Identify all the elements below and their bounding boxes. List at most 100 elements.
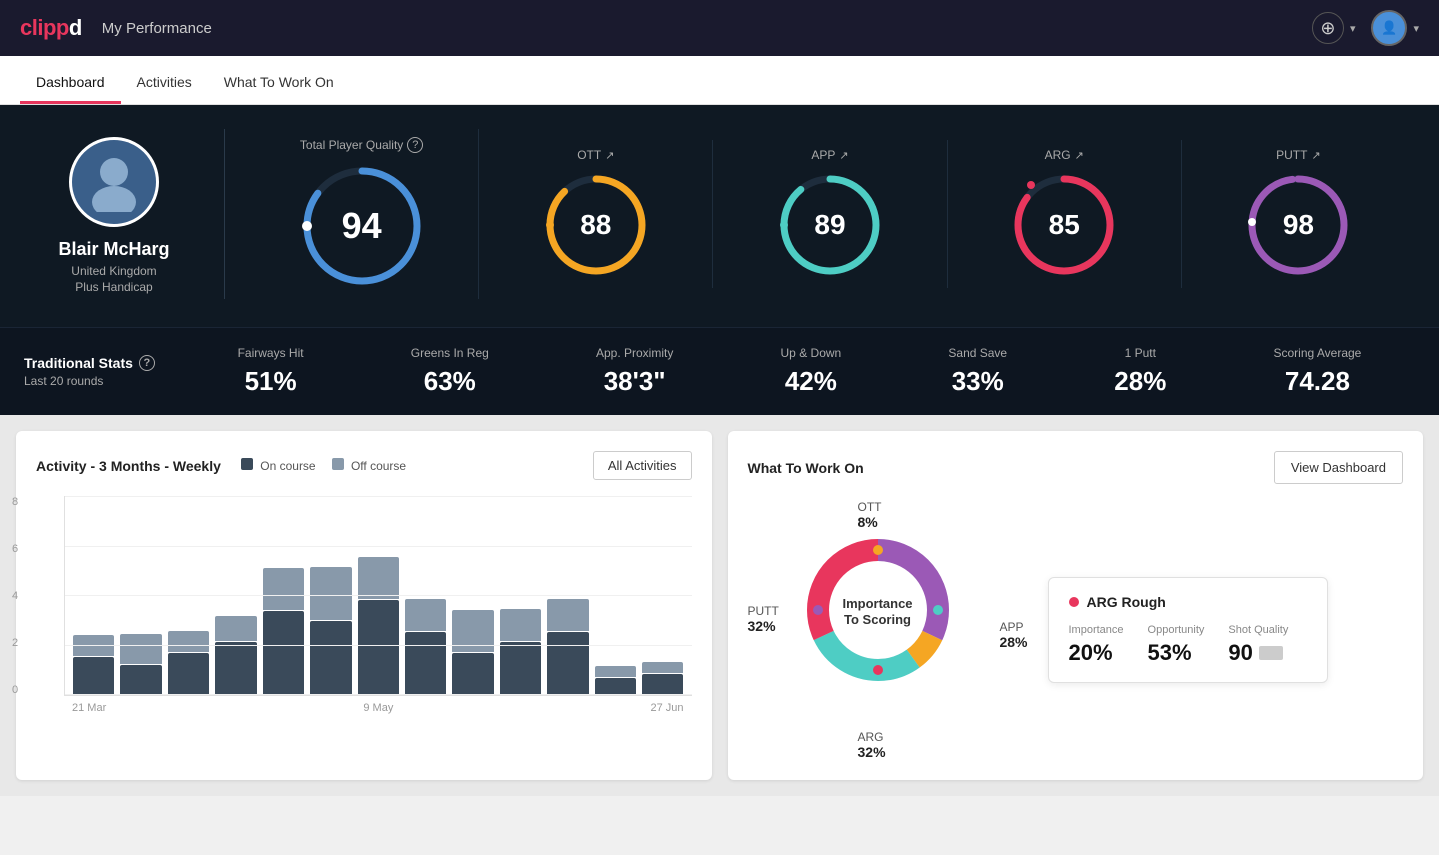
bar-offcourse <box>642 662 683 673</box>
trad-subtitle: Last 20 rounds <box>24 374 184 388</box>
circle-ott: 88 <box>541 170 651 280</box>
circle-arg: 85 <box>1009 170 1119 280</box>
hero-section: Blair McHarg United Kingdom Plus Handica… <box>0 105 1439 327</box>
traditional-stats: Traditional Stats ? Last 20 rounds Fairw… <box>0 327 1439 415</box>
info-card: ARG Rough Importance 20% Opportunity 53%… <box>1048 577 1328 683</box>
add-button[interactable]: ⊕ <box>1312 12 1344 44</box>
bar-offcourse <box>500 609 541 641</box>
x-axis: 21 Mar 9 May 27 Jun <box>64 696 692 714</box>
bar-group <box>120 634 161 695</box>
circle-app: 89 <box>775 170 885 280</box>
score-arg-value: 85 <box>1049 209 1080 241</box>
bar-oncourse <box>73 657 114 695</box>
bar-offcourse <box>405 599 446 631</box>
logo-text: clippd <box>20 15 82 41</box>
nav-tabs: Dashboard Activities What To Work On <box>0 56 1439 105</box>
what-title: What To Work On <box>748 460 864 476</box>
score-total-value: 94 <box>342 205 382 247</box>
bar-offcourse <box>547 599 588 631</box>
bar-offcourse <box>73 635 114 656</box>
bottom-panels: Activity - 3 Months - Weekly On course O… <box>0 415 1439 796</box>
donut-chart: ImportanceTo Scoring <box>798 530 958 695</box>
header-right: ⊕ ▾ 👤 ▾ <box>1312 10 1419 46</box>
x-label-2: 9 May <box>363 702 393 714</box>
score-ott: OTT ↗ 88 <box>479 140 713 288</box>
player-avatar <box>69 137 159 227</box>
hero-scores: Total Player Quality ? 94 OTT ↗ <box>245 129 1415 299</box>
info-card-metrics: Importance 20% Opportunity 53% Shot Qual… <box>1069 624 1307 666</box>
chart-bars <box>64 496 692 696</box>
score-putt-label: PUTT ↗ <box>1276 148 1321 162</box>
bar-offcourse <box>168 631 209 652</box>
what-to-work-on-panel: What To Work On View Dashboard OTT8% APP… <box>728 431 1424 780</box>
activity-title: Activity - 3 Months - Weekly <box>36 458 221 474</box>
player-country: United Kingdom <box>71 264 156 278</box>
help-icon-trad[interactable]: ? <box>139 355 155 371</box>
player-info: Blair McHarg United Kingdom Plus Handica… <box>24 129 204 299</box>
bar-offcourse <box>452 610 493 652</box>
x-label-1: 21 Mar <box>72 702 106 714</box>
trad-stats-grid: Fairways Hit 51% Greens In Reg 63% App. … <box>184 346 1415 397</box>
help-icon-total[interactable]: ? <box>407 137 423 153</box>
bar-group <box>500 609 541 695</box>
view-dashboard-button[interactable]: View Dashboard <box>1274 451 1403 484</box>
bar-group <box>73 635 114 695</box>
metric-opportunity: Opportunity 53% <box>1148 624 1205 666</box>
trad-stat-sandsave: Sand Save 33% <box>948 346 1007 397</box>
info-card-title: ARG Rough <box>1069 594 1307 610</box>
score-arg-label: ARG ↗ <box>1045 148 1084 162</box>
bar-group <box>358 557 399 695</box>
bar-offcourse <box>358 557 399 599</box>
oncourse-dot <box>241 458 253 470</box>
hero-divider <box>224 129 225 299</box>
bar-oncourse <box>642 674 683 695</box>
score-putt: PUTT ↗ 98 <box>1182 140 1415 288</box>
donut-wrapper: OTT8% APP28% ARG32% PUTT32% <box>748 500 1028 760</box>
tab-dashboard[interactable]: Dashboard <box>20 56 121 104</box>
donut-label-ott: OTT8% <box>858 500 882 530</box>
bar-group <box>547 599 588 695</box>
score-app: APP ↗ 89 <box>713 140 947 288</box>
donut-label-arg: ARG32% <box>858 730 886 760</box>
donut-label-app: APP28% <box>999 620 1027 650</box>
score-ott-label: OTT ↗ <box>577 148 614 162</box>
score-total-label: Total Player Quality ? <box>300 137 423 153</box>
bar-oncourse <box>120 665 161 695</box>
score-app-value: 89 <box>814 209 845 241</box>
score-putt-value: 98 <box>1283 209 1314 241</box>
header: clippd My Performance ⊕ ▾ 👤 ▾ <box>0 0 1439 56</box>
bar-group <box>595 666 636 695</box>
player-handicap: Plus Handicap <box>75 280 152 294</box>
what-panel-header: What To Work On View Dashboard <box>748 451 1404 484</box>
trad-title: Traditional Stats ? <box>24 355 184 371</box>
bar-oncourse <box>358 600 399 695</box>
bar-oncourse <box>215 642 256 695</box>
bar-offcourse <box>120 634 161 664</box>
x-label-3: 27 Jun <box>650 702 683 714</box>
chart-area: 86420 21 Mar 9 May 27 Jun <box>36 496 692 716</box>
bar-group <box>405 599 446 695</box>
score-ott-value: 88 <box>580 209 611 241</box>
bar-oncourse <box>405 632 446 695</box>
bar-oncourse <box>452 653 493 695</box>
bar-group <box>452 610 493 695</box>
bar-offcourse <box>263 568 304 610</box>
circle-putt: 98 <box>1243 170 1353 280</box>
trad-stat-scoring: Scoring Average 74.28 <box>1274 346 1362 397</box>
logo: clippd <box>20 15 82 41</box>
header-title: My Performance <box>102 20 212 37</box>
bar-offcourse <box>595 666 636 677</box>
bar-oncourse <box>547 632 588 695</box>
bar-oncourse <box>595 678 636 695</box>
all-activities-button[interactable]: All Activities <box>593 451 692 480</box>
avatar[interactable]: 👤 <box>1371 10 1407 46</box>
donut-label-putt: PUTT32% <box>748 604 779 634</box>
bar-oncourse <box>310 621 351 695</box>
tab-activities[interactable]: Activities <box>121 56 208 104</box>
red-dot-icon <box>1069 597 1079 607</box>
legend-oncourse: On course <box>241 458 316 473</box>
quality-bar <box>1259 646 1283 660</box>
header-left: clippd My Performance <box>20 15 212 41</box>
tab-what-to-work-on[interactable]: What To Work On <box>208 56 350 104</box>
score-arg: ARG ↗ 85 <box>948 140 1182 288</box>
